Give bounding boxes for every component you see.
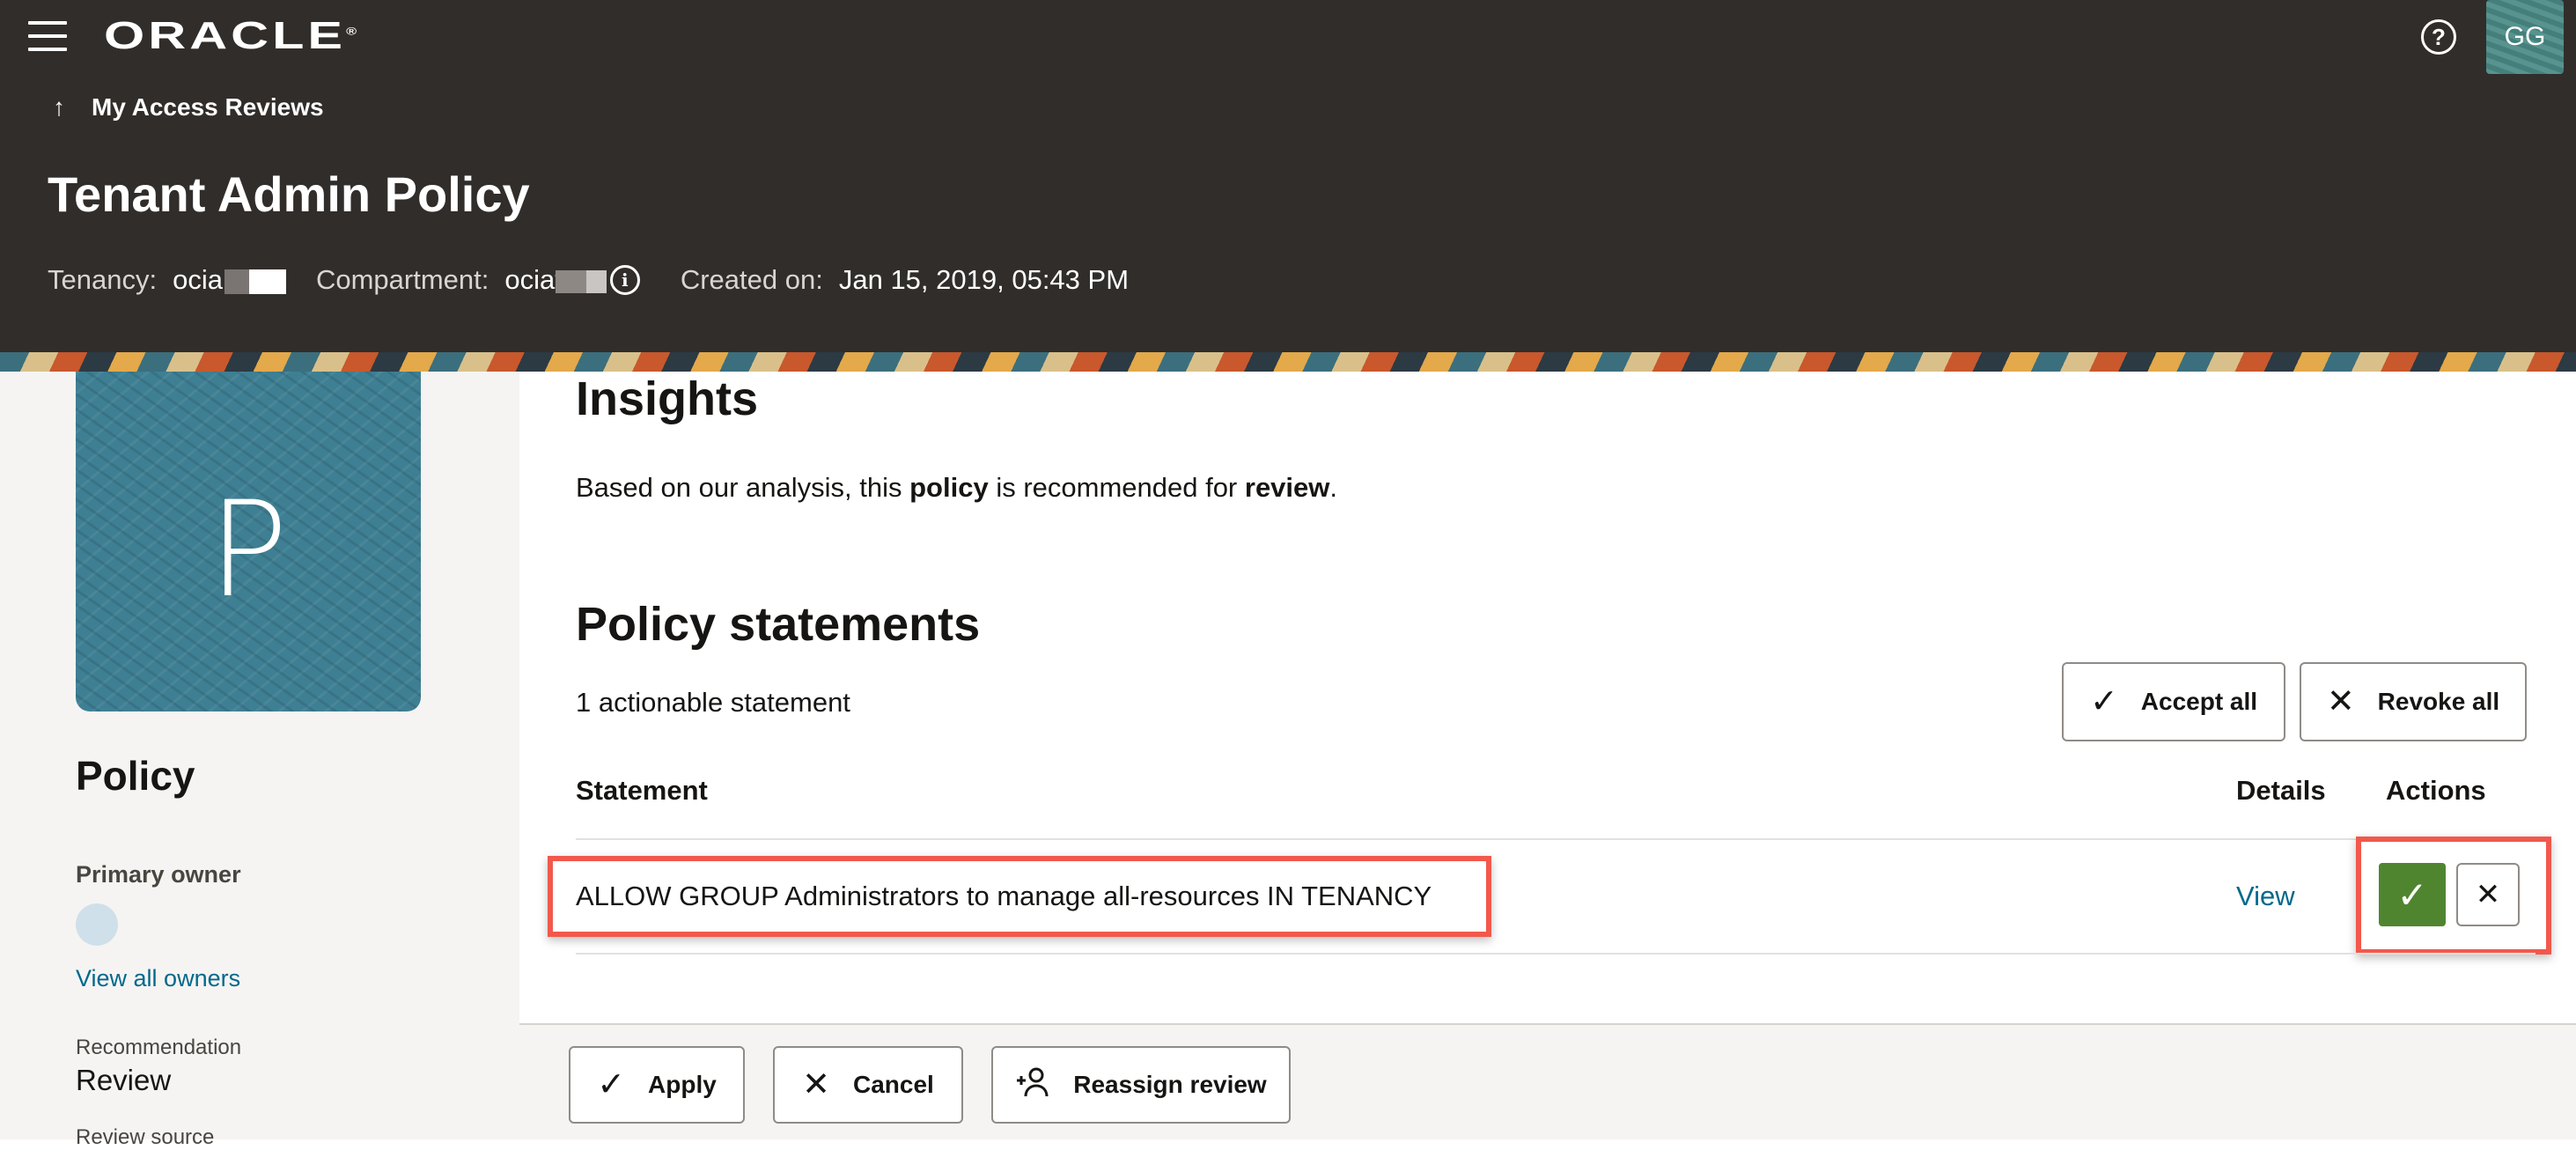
revoke-statement-button[interactable]: ✕ <box>2456 863 2520 926</box>
sidebar: P Policy Primary owner View all owners R… <box>0 372 519 1149</box>
cancel-label: Cancel <box>853 1071 934 1098</box>
compartment-label: Compartment: <box>315 264 489 295</box>
close-icon: ✕ <box>2475 878 2501 911</box>
reassign-label: Reassign review <box>1073 1071 1267 1098</box>
decorative-banner <box>0 352 2576 372</box>
insights-heading: Insights <box>576 372 759 425</box>
close-icon: ✕ <box>2326 683 2355 720</box>
person-reassign-icon <box>1015 1065 1050 1106</box>
policy-tile-letter: P <box>208 474 289 627</box>
redacted-block <box>555 269 607 293</box>
policy-metadata: Tenancy: ocia Compartment: ociat i Creat… <box>48 264 1159 296</box>
review-source-label: Review source <box>76 1125 215 1149</box>
view-details-link[interactable]: View <box>2236 881 2295 912</box>
column-header-actions: Actions <box>2386 775 2486 806</box>
apply-button[interactable]: ✓ Apply <box>569 1046 745 1124</box>
footer-action-bar: ✓ Apply ✕ Cancel Reassign review <box>519 1023 2576 1139</box>
revoke-all-button[interactable]: ✕ Revoke all <box>2300 662 2527 741</box>
reassign-review-button[interactable]: Reassign review <box>991 1046 1291 1124</box>
check-icon: ✓ <box>2396 874 2428 916</box>
accept-all-button[interactable]: ✓ Accept all <box>2062 662 2285 741</box>
sidebar-title: Policy <box>76 753 195 799</box>
revoke-all-label: Revoke all <box>2377 688 2500 715</box>
info-icon[interactable]: i <box>609 265 640 295</box>
redacted-block <box>224 269 286 294</box>
column-header-details: Details <box>2236 775 2326 806</box>
page-header: ORACLE® ? GG ↑ My Access Reviews Tenant … <box>0 0 2576 352</box>
recommendation-value: Review <box>76 1064 172 1096</box>
table-row-statement: ALLOW GROUP Administrators to manage all… <box>548 856 1491 937</box>
back-link-label: My Access Reviews <box>92 93 324 121</box>
created-label: Created on: <box>680 264 823 295</box>
back-link-my-access-reviews[interactable]: ↑ My Access Reviews <box>53 93 324 122</box>
table-divider <box>576 953 2536 955</box>
primary-owner-label: Primary owner <box>76 861 241 888</box>
owner-avatar[interactable] <box>76 903 118 946</box>
apply-label: Apply <box>648 1071 717 1098</box>
actionable-count: 1 actionable statement <box>576 687 850 718</box>
policy-statements-heading: Policy statements <box>576 598 981 651</box>
close-icon: ✕ <box>802 1066 830 1103</box>
check-icon: ✓ <box>2089 683 2118 720</box>
check-icon: ✓ <box>597 1066 626 1103</box>
user-avatar[interactable]: GG <box>2486 0 2564 74</box>
tenancy-value: ocia <box>173 264 286 296</box>
accept-statement-button[interactable]: ✓ <box>2379 863 2446 926</box>
table-divider <box>576 838 2536 840</box>
view-all-owners-link[interactable]: View all owners <box>76 965 240 992</box>
created-value: Jan 15, 2019, 05:43 PM <box>838 264 1130 295</box>
compartment-value: ociat <box>504 264 607 296</box>
oracle-logo[interactable]: ORACLE® <box>104 14 357 58</box>
policy-tile: P <box>76 372 421 711</box>
arrow-up-icon: ↑ <box>53 93 65 121</box>
page-title: Tenant Admin Policy <box>48 166 530 222</box>
hamburger-menu-icon[interactable] <box>28 21 67 53</box>
column-header-statement[interactable]: Statement <box>576 775 708 807</box>
insight-text: Based on our analysis, this policy is re… <box>576 472 1338 503</box>
row-actions: ✓ ✕ <box>2356 837 2551 955</box>
cancel-button[interactable]: ✕ Cancel <box>773 1046 963 1124</box>
accept-all-label: Accept all <box>2140 688 2258 715</box>
tenancy-label: Tenancy: <box>48 264 158 295</box>
recommendation-label: Recommendation <box>76 1036 242 1059</box>
help-icon[interactable]: ? <box>2421 19 2456 55</box>
